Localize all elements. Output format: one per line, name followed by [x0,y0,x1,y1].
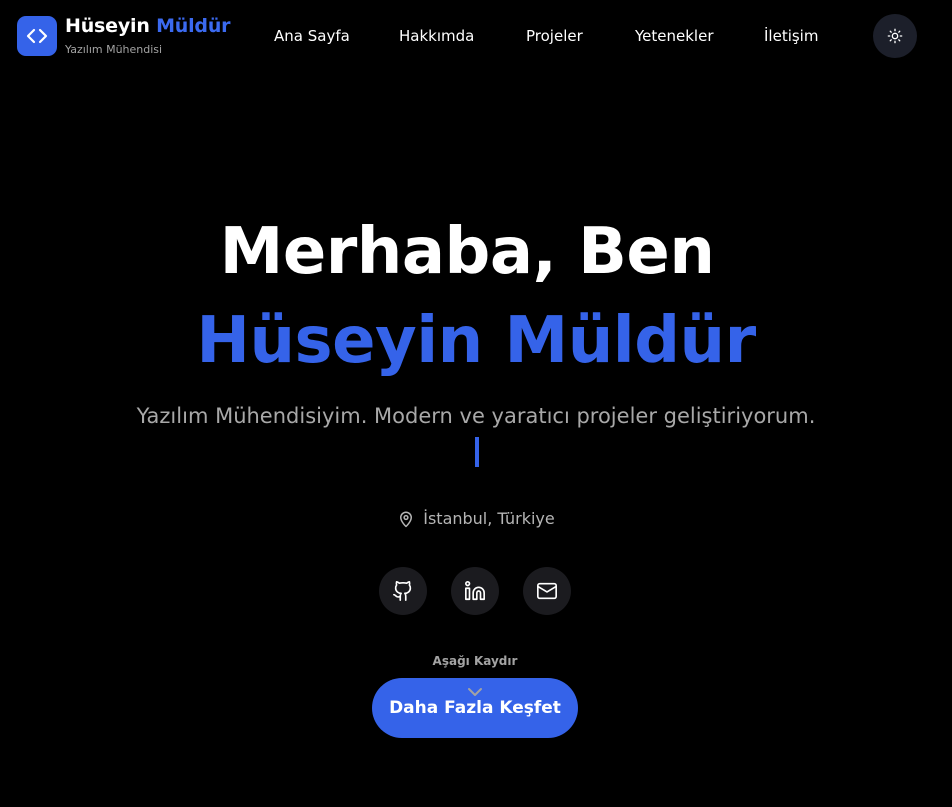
brand-first-name: Hüseyin [65,15,150,37]
nav-item-about[interactable]: Hakkımda [399,27,474,45]
typing-cursor [475,437,479,467]
explore-more-label: Daha Fazla Keşfet [389,698,561,718]
nav-item-home[interactable]: Ana Sayfa [274,27,350,45]
brand-name[interactable]: Hüseyin Müldür [65,15,231,37]
nav-item-contact[interactable]: İletişim [764,27,818,45]
brand-subtitle: Yazılım Mühendisi [65,43,163,56]
hero-tagline: Yazılım Mühendisiyim. Modern ve yaratıcı… [136,404,816,428]
mail-icon [537,582,557,600]
linkedin-button[interactable] [451,567,499,615]
location: İstanbul, Türkiye [0,509,952,528]
scroll-down-label: Aşağı Kaydır [432,654,518,668]
brand-last-name: Müldür [156,15,231,37]
nav-item-skills[interactable]: Yetenekler [635,27,714,45]
github-button[interactable] [379,567,427,615]
github-icon [393,581,412,601]
hero-name: Hüseyin Müldür [196,304,756,378]
email-button[interactable] [523,567,571,615]
hero-greeting: Merhaba, Ben [219,215,715,289]
page: Hüseyin Müldür Yazılım Mühendisi Ana Say… [0,0,952,807]
linkedin-icon [465,581,485,601]
code-icon [26,28,48,44]
chevron-down-icon[interactable] [466,686,484,698]
header: Hüseyin Müldür Yazılım Mühendisi Ana Say… [0,0,952,74]
logo[interactable] [17,16,57,56]
theme-toggle-button[interactable] [873,14,917,58]
map-pin-icon [400,511,413,527]
location-text: İstanbul, Türkiye [423,509,555,528]
nav-item-projects[interactable]: Projeler [526,27,583,45]
sun-icon [887,28,903,44]
